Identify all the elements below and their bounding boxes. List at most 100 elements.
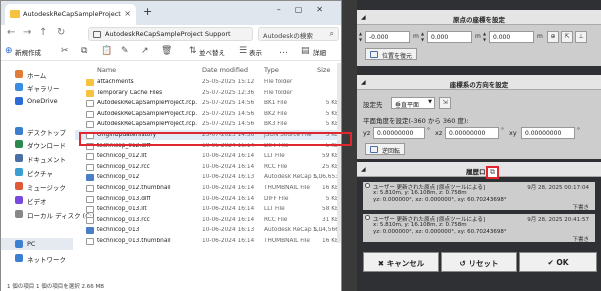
file-row[interactable]: technicop_012 10-06-2024 16:13 Autodesk Re… — [75, 172, 341, 182]
file-date: 10-06-2024 16:14 — [202, 195, 255, 202]
stepper-icon[interactable]: ▲ ▼ — [421, 31, 426, 43]
new-tab-icon[interactable]: + — [143, 5, 152, 18]
back-icon[interactable]: ← — [7, 27, 15, 38]
align-button[interactable]: ⇱ — [561, 31, 573, 43]
reset-button[interactable]: ↺ リセット — [441, 252, 517, 272]
copy-icon[interactable]: ⧉ — [81, 46, 87, 56]
share-icon[interactable]: ↗ — [141, 46, 149, 56]
status-bar: 1 個の項目 1 個の項目を選択 2.66 MB — [1, 279, 341, 291]
orientation-header[interactable]: ◢ 座標系の方向を設定 — [357, 75, 601, 90]
origin-header[interactable]: ◢ 原点の座標を設定 — [357, 10, 601, 25]
sidebar-item-desktop[interactable]: デスクトップ — [1, 125, 73, 137]
file-row[interactable]: technicop_013.diff 10-06-2024 16:14 DIFF F… — [75, 194, 341, 204]
orientation-tool-button[interactable]: ⇲ — [439, 97, 451, 109]
more-icon[interactable]: … — [279, 46, 288, 56]
sidebar-item-gallery[interactable]: ギャラリー — [1, 81, 73, 93]
search-input[interactable]: Autodeskの検索 ⌕ — [258, 27, 339, 41]
file-row[interactable]: AutodeskReCapSampleProject.rcp.bk1 25-07-… — [75, 98, 341, 108]
degree-stepper-icon[interactable]: ° — [577, 127, 580, 134]
file-name: technicop_013 — [97, 227, 140, 234]
file-size: 5 KB — [325, 110, 339, 117]
file-size: 58 KB — [322, 206, 339, 213]
document-icon — [15, 154, 23, 162]
new-button[interactable]: 新規作成 — [15, 47, 41, 57]
file-name: technicop_012.rcc — [97, 163, 150, 170]
radio-icon[interactable] — [365, 183, 370, 188]
radio-icon[interactable] — [365, 215, 370, 220]
explorer-tab[interactable]: AutodeskReCapSampleProject × — [5, 4, 136, 25]
delete-icon[interactable]: 🗑 — [161, 46, 172, 56]
file-icon — [86, 227, 94, 235]
details-button[interactable]: 詳細 — [313, 47, 326, 57]
sidebar-item-network[interactable]: ネットワーク — [1, 252, 73, 264]
ok-button[interactable]: ✔ OK — [519, 252, 597, 272]
sidebar-item-documents[interactable]: ドキュメント — [1, 152, 73, 164]
file-row[interactable]: technicop_013.llt 10-06-2024 16:14 LLT Fil… — [75, 204, 341, 214]
view-button[interactable]: 表示 — [249, 47, 262, 57]
file-size: 16 KB — [322, 238, 339, 244]
degree-stepper-icon[interactable]: ° — [427, 127, 430, 134]
close-tab-icon[interactable]: × — [124, 9, 131, 18]
sidebar-item-onedrive[interactable]: OneDrive — [1, 95, 73, 107]
external-link-icon[interactable]: ⧉ — [486, 166, 499, 179]
pick-point-button[interactable]: ⊕ — [547, 31, 559, 43]
axis-button[interactable]: ⊥ — [575, 31, 587, 43]
sort-button[interactable]: 並べ替え — [199, 47, 225, 57]
origin-title: 原点の座標を設定 — [453, 16, 505, 24]
xz-field[interactable]: 0.00000000 — [445, 127, 499, 139]
rename-icon[interactable]: ✎ — [121, 46, 129, 56]
history-entry[interactable]: ユーザー 更新された原点 [原点ツールによる] 9月 28, 2025 20:4… — [363, 214, 595, 243]
refresh-icon[interactable]: ↻ — [57, 27, 65, 38]
degree-stepper-icon[interactable]: ° — [501, 127, 504, 134]
file-row[interactable]: AutodeskReCapSampleProject.rcp.bk3 25-07-… — [75, 119, 341, 129]
file-name: technicop_012.thumbnail — [97, 185, 171, 191]
column-size[interactable]: Size — [317, 66, 330, 74]
history-entry[interactable]: ユーザー 更新された原点 [原点ツールによる] 9月 28, 2025 00:1… — [363, 182, 595, 211]
file-row[interactable]: technicop_012.thumbnail 10-06-2024 16:14 T… — [75, 183, 341, 193]
sidebar-item-local-disk[interactable]: ローカル ディスク (C:) — [1, 208, 94, 220]
stepper-icon[interactable]: ▲ ▼ — [483, 31, 488, 43]
file-row[interactable]: technicop_013.thumbnail 10-06-2024 16:14 T… — [75, 236, 341, 246]
file-row[interactable]: Temporary Cache Files 25-07-2025 12:36 Fil… — [75, 88, 341, 98]
setting-select[interactable]: 垂直平面 ▼ — [391, 97, 435, 109]
stepper-icon[interactable]: ▲ ▼ — [359, 31, 364, 43]
file-row[interactable]: technicop_013.rcc 10-06-2024 16:14 RCC Fil… — [75, 215, 341, 225]
file-row[interactable]: AutodeskReCapSampleProject.rcp.bk2 25-07-… — [75, 109, 341, 119]
window-controls[interactable]: –▢✕ — [277, 5, 337, 14]
pc-icon — [15, 240, 23, 248]
column-type[interactable]: Type — [264, 66, 279, 74]
origin-x-field[interactable]: -0.000 — [365, 31, 410, 43]
file-type: File folder — [264, 79, 293, 85]
origin-z-field[interactable]: 0.000 — [489, 31, 534, 43]
details-icon: ▤ — [301, 46, 310, 56]
file-row[interactable]: technicop_013 10-06-2024 16:13 Autodesk Re… — [75, 225, 341, 235]
address-field[interactable]: AutodeskReCapSampleProject Support — [88, 27, 253, 41]
column-date[interactable]: Date modified — [202, 66, 248, 74]
origin-y-field[interactable]: 0.000 — [427, 31, 472, 43]
sidebar-item-music[interactable]: ミュージック — [1, 180, 73, 192]
up-icon[interactable]: ↑ — [39, 27, 47, 38]
cut-icon[interactable]: ✂ — [61, 46, 69, 56]
file-row[interactable]: attachments 25-05-2025 15:12 File folder — [75, 77, 341, 87]
cancel-button[interactable]: ✖ キャンセル — [363, 252, 439, 272]
sidebar-item-pictures[interactable]: ピクチャ — [1, 166, 73, 178]
file-row[interactable]: technicop_012.llt 10-06-2024 16:14 LLT Fil… — [75, 151, 341, 161]
xy-field[interactable]: 0.00000000 — [521, 127, 575, 139]
sidebar-item-downloads[interactable]: ダウンロード — [1, 138, 73, 150]
file-row[interactable]: technicop_012.rcc 10-06-2024 16:14 RCC Fil… — [75, 162, 341, 172]
reverse-rotation-button[interactable]: 逆回転 — [365, 143, 406, 155]
forward-icon[interactable]: → — [23, 27, 31, 38]
scrollbar[interactable] — [337, 63, 341, 243]
collapse-icon: ◢ — [361, 14, 366, 21]
paste-icon[interactable]: 📋 — [101, 46, 112, 56]
monitor-icon — [93, 31, 101, 38]
file-icon — [86, 174, 94, 182]
sidebar-item-pc[interactable]: PC — [1, 238, 73, 250]
column-name[interactable]: Name — [97, 66, 116, 74]
sidebar-item-home[interactable]: ホーム — [1, 68, 73, 80]
yz-field[interactable]: 0.00000000 — [373, 127, 425, 139]
restore-position-button[interactable]: 位置を復元 — [365, 48, 418, 60]
file-date: 10-06-2024 16:14 — [202, 216, 255, 223]
sidebar-item-videos[interactable]: ビデオ — [1, 194, 73, 206]
history-header[interactable]: ◢ 履歴ログ — [357, 162, 601, 177]
